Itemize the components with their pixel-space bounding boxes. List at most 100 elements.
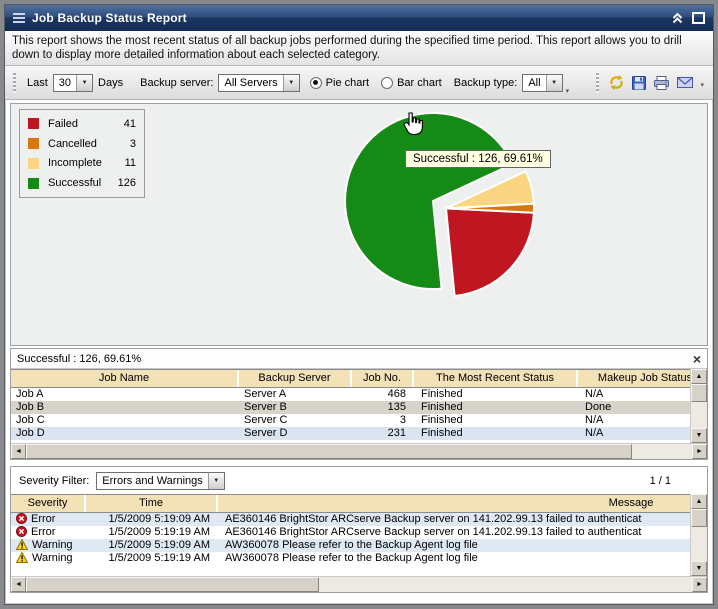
col-time[interactable]: Time <box>86 495 218 512</box>
chevron-down-icon[interactable]: ▼ <box>546 75 562 91</box>
job-name-cell: Job D <box>11 427 239 440</box>
last-label: Last <box>27 77 48 89</box>
scroll-up-icon[interactable]: ▲ <box>691 494 707 509</box>
toolbar-overflow-button[interactable]: ▾ <box>566 87 570 99</box>
severity-cell: Error <box>11 526 86 539</box>
jobs-grid-header: Job Name Backup Server Job No. The Most … <box>11 369 690 388</box>
radio-dot-icon <box>381 77 393 89</box>
horizontal-scrollbar[interactable]: ◄ ► <box>11 443 707 459</box>
scroll-right-icon[interactable]: ► <box>692 577 707 592</box>
time-cell: 1/5/2009 5:19:09 AM <box>86 513 218 526</box>
makeup-cell: Done <box>578 401 690 414</box>
severity-filter-select[interactable]: Errors and Warnings ▼ <box>96 472 224 490</box>
scroll-left-icon[interactable]: ◄ <box>11 577 26 592</box>
table-row[interactable]: Job B Server B 135 Finished Done <box>11 401 690 414</box>
status-cell: Finished <box>414 388 578 401</box>
legend-label: Failed <box>48 118 124 130</box>
legend-item-cancelled[interactable]: Cancelled 3 <box>20 138 144 150</box>
backup-type-select[interactable]: All ▼ <box>522 74 562 92</box>
status-cell: Finished <box>414 427 578 440</box>
table-row[interactable]: Job D Server D 231 Finished N/A <box>11 427 690 440</box>
legend-item-incomplete[interactable]: Incomplete 11 <box>20 157 144 169</box>
scrollbar-thumb[interactable] <box>26 577 319 592</box>
severity-text: Warning <box>32 539 73 552</box>
col-job-no[interactable]: Job No. <box>352 370 414 387</box>
message-cell: AE360146 BrightStor ARCserve Backup serv… <box>218 526 690 539</box>
window-frame: Job Backup Status Report This report sho… <box>0 0 718 609</box>
chart-legend: Failed 41 Cancelled 3 Incomplete 11 Succ… <box>19 109 145 198</box>
scroll-left-icon[interactable]: ◄ <box>11 444 26 459</box>
server-cell: Server C <box>239 414 352 427</box>
print-icon[interactable] <box>653 75 670 91</box>
drilldown-header: Successful : 126, 69.61% × <box>11 349 707 369</box>
message-cell: AE360146 BrightStor ARCserve Backup serv… <box>218 513 690 526</box>
page-title: Job Backup Status Report <box>32 11 663 25</box>
vertical-scrollbar[interactable]: ▲ ▼ <box>690 369 707 443</box>
chart-panel: Failed 41 Cancelled 3 Incomplete 11 Succ… <box>10 103 708 346</box>
scroll-down-icon[interactable]: ▼ <box>691 561 707 576</box>
col-makeup-status[interactable]: Makeup Job Status <box>578 370 690 387</box>
vertical-scrollbar[interactable]: ▲ ▼ <box>690 494 707 576</box>
legend-swatch <box>28 178 39 189</box>
hand-cursor-icon <box>401 111 424 141</box>
refresh-icon[interactable] <box>608 74 625 91</box>
col-job-name[interactable]: Job Name <box>11 370 239 387</box>
legend-count: 11 <box>125 157 136 169</box>
scrollbar-thumb[interactable] <box>691 384 707 402</box>
chevron-down-icon[interactable]: ▼ <box>76 75 92 91</box>
col-message[interactable]: Message <box>218 495 690 512</box>
time-cell: 1/5/2009 5:19:19 AM <box>86 526 218 539</box>
maximize-icon[interactable] <box>692 12 705 24</box>
close-icon[interactable]: × <box>693 352 701 366</box>
toolbar-grip <box>13 73 16 93</box>
chevron-down-icon[interactable]: ▼ <box>283 75 299 91</box>
email-icon[interactable] <box>676 75 694 90</box>
radio-dot-icon <box>310 77 322 89</box>
job-no-cell: 231 <box>352 427 414 440</box>
bar-chart-radio-label: Bar chart <box>397 77 442 89</box>
legend-count: 41 <box>124 118 136 130</box>
scroll-up-icon[interactable]: ▲ <box>691 369 707 384</box>
days-select[interactable]: 30 ▼ <box>53 74 93 92</box>
col-severity[interactable]: Severity <box>11 495 86 512</box>
toolbar-overflow-button[interactable]: ▾ <box>700 81 704 93</box>
job-no-cell: 135 <box>352 401 414 414</box>
page-indicator: 1 / 1 <box>650 475 699 487</box>
list-item[interactable]: Error 1/5/2009 5:19:09 AM AE360146 Brigh… <box>11 513 690 526</box>
list-item[interactable]: Error 1/5/2009 5:19:19 AM AE360146 Brigh… <box>11 526 690 539</box>
job-no-cell: 468 <box>352 388 414 401</box>
status-cell: Finished <box>414 401 578 414</box>
error-icon <box>16 526 27 539</box>
list-item[interactable]: Warning 1/5/2009 5:19:19 AM AW360078 Ple… <box>11 552 690 565</box>
time-cell: 1/5/2009 5:19:09 AM <box>86 539 218 552</box>
list-item[interactable]: Warning 1/5/2009 5:19:09 AM AW360078 Ple… <box>11 539 690 552</box>
scrollbar-thumb[interactable] <box>691 509 707 527</box>
bar-chart-radio[interactable]: Bar chart <box>381 77 442 89</box>
backup-server-select[interactable]: All Servers ▼ <box>218 74 299 92</box>
severity-text: Error <box>31 526 55 539</box>
severity-filter-row: Severity Filter: Errors and Warnings ▼ 1… <box>11 467 707 494</box>
severity-filter-value: Errors and Warnings <box>97 475 207 487</box>
legend-item-failed[interactable]: Failed 41 <box>20 118 144 130</box>
horizontal-scrollbar[interactable]: ◄ ► <box>11 576 707 592</box>
legend-item-successful[interactable]: Successful 126 <box>20 177 144 189</box>
pie-chart-radio[interactable]: Pie chart <box>310 77 369 89</box>
job-no-cell: 3 <box>352 414 414 427</box>
table-row[interactable]: Job A Server A 468 Finished N/A <box>11 388 690 401</box>
save-icon[interactable] <box>631 75 647 91</box>
collapse-icon[interactable] <box>671 12 684 24</box>
makeup-cell: N/A <box>578 427 690 440</box>
chart-tooltip: Successful : 126, 69.61% <box>405 150 551 168</box>
severity-cell: Warning <box>11 539 86 552</box>
table-row[interactable]: Job C Server C 3 Finished N/A <box>11 414 690 427</box>
chevron-down-icon[interactable]: ▼ <box>208 473 224 489</box>
report-list-icon <box>13 13 25 24</box>
col-backup-server[interactable]: Backup Server <box>239 370 352 387</box>
server-cell: Server B <box>239 401 352 414</box>
scroll-right-icon[interactable]: ► <box>692 444 707 459</box>
scrollbar-thumb[interactable] <box>26 444 632 459</box>
jobs-grid: Job Name Backup Server Job No. The Most … <box>11 369 690 443</box>
col-recent-status[interactable]: The Most Recent Status <box>414 370 578 387</box>
scroll-down-icon[interactable]: ▼ <box>691 428 707 443</box>
log-grid: Severity Time Message Error 1/5/2009 5:1… <box>11 494 690 576</box>
